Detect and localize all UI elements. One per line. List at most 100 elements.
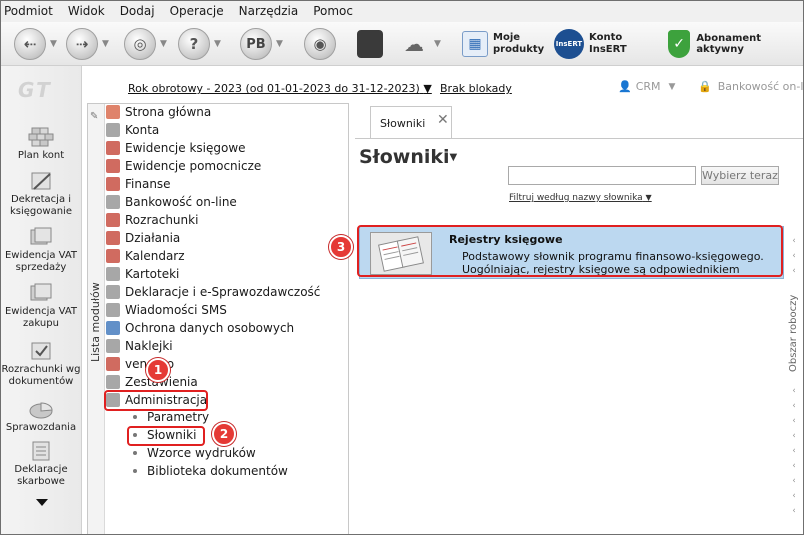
page-title[interactable]: Słowniki▼ bbox=[359, 146, 457, 168]
nav-vat-zakupu[interactable]: Ewidencja VAT zakupu bbox=[0, 282, 82, 330]
scroll-down-icon[interactable] bbox=[36, 499, 48, 506]
check-document-icon bbox=[31, 342, 51, 360]
tab-slowniki[interactable]: Słowniki ✕ bbox=[370, 106, 452, 138]
nav-dekretacja-label: Dekretacja i księgowanie bbox=[10, 194, 72, 217]
toolbar: ⇠ ▼ ⇢ ▼ ◎ ▼ ? ▼ PB ▼ ◉ ☁ ▼ ▦ Moje produkty Ins… bbox=[0, 22, 804, 66]
bank-online-label: Bankowość on-lin bbox=[717, 80, 804, 93]
module-item-wiadomosci-sms[interactable]: Wiadomości SMS bbox=[106, 301, 227, 319]
finanse-icon bbox=[106, 177, 120, 191]
toolbar-forward-button[interactable]: ⇢ ▼ bbox=[66, 26, 109, 62]
vendero-icon bbox=[106, 357, 120, 371]
submodule-item-label: Parametry bbox=[147, 410, 210, 424]
nav-plan-kont[interactable]: Plan kont bbox=[0, 126, 82, 162]
module-item-bankowosc-online[interactable]: Bankowość on-line bbox=[106, 193, 237, 211]
toolbar-pb-button[interactable]: PB ▼ bbox=[240, 26, 283, 62]
menu-operacje[interactable]: Operacje bbox=[170, 4, 224, 18]
bank-online-button[interactable]: 🔒 Bankowość on-lin bbox=[698, 80, 804, 93]
module-item-finanse[interactable]: Finanse bbox=[106, 175, 171, 193]
rozrachunki-icon bbox=[106, 213, 120, 227]
chevron-down-icon: ▼ bbox=[645, 193, 652, 202]
module-item-kartoteki[interactable]: Kartoteki bbox=[106, 265, 179, 283]
module-item-rozrachunki[interactable]: Rozrachunki bbox=[106, 211, 198, 229]
nav-deklaracje-label: Deklaracje skarbowe bbox=[14, 464, 68, 487]
module-item-naklejki[interactable]: Naklejki bbox=[106, 337, 173, 355]
bullet-icon bbox=[133, 415, 137, 419]
toolbar-abonament-button[interactable]: ✓ Abonament aktywny bbox=[668, 26, 804, 62]
ewidencje-pomocnicze-icon bbox=[106, 159, 120, 173]
right-panel-chevrons-lower[interactable]: ‹ ‹ ‹ ‹ ‹ ‹ ‹ ‹ ‹ bbox=[789, 384, 799, 519]
pin-icon[interactable]: ✎ bbox=[90, 111, 98, 122]
module-item-dzialania[interactable]: Działania bbox=[106, 229, 180, 247]
module-item-label: Rozrachunki bbox=[125, 213, 199, 227]
konto-line1: Konto bbox=[589, 32, 623, 43]
toolbar-globe-button[interactable]: ◉ bbox=[304, 26, 336, 62]
module-item-ewidencje-pomocnicze[interactable]: Ewidencje pomocnicze bbox=[106, 157, 261, 175]
menu-podmiot[interactable]: Podmiot bbox=[4, 4, 53, 18]
fiscal-year-label: Rok obrotowy - 2023 (od 01-01-2023 do 31… bbox=[128, 82, 420, 95]
abonament-label: Abonament aktywny bbox=[696, 33, 762, 55]
lock-status-link[interactable]: Brak blokady bbox=[440, 82, 512, 95]
filter-label: Filtruj według nazwy słownika bbox=[509, 193, 643, 203]
module-item-label: Wiadomości SMS bbox=[125, 303, 227, 317]
nav-vat-sprzedazy-label: Ewidencja VAT sprzedaży bbox=[4, 250, 78, 273]
ochrona-danych-icon bbox=[106, 321, 120, 335]
toolbar-konto-insert-button[interactable]: InsERT Konto InsERT bbox=[554, 26, 627, 62]
toolbar-back-button[interactable]: ⇠ ▼ bbox=[14, 26, 57, 62]
cloud-icon: ☁ bbox=[404, 32, 424, 56]
module-item-konta[interactable]: Konta bbox=[106, 121, 159, 139]
toolbar-box-button[interactable] bbox=[354, 26, 383, 62]
choose-now-button[interactable]: Wybierz teraz bbox=[701, 166, 779, 185]
submodule-item-biblioteka-dokumentow[interactable]: Biblioteka dokumentów bbox=[133, 462, 288, 480]
kartoteki-icon bbox=[106, 267, 120, 281]
module-item-kalendarz[interactable]: Kalendarz bbox=[106, 247, 185, 265]
nav-deklaracje[interactable]: Deklaracje skarbowe bbox=[0, 440, 82, 488]
submodule-item-wzorce-wydrukow[interactable]: Wzorce wydruków bbox=[133, 444, 256, 462]
left-navigation: GT Plan kont Dekretacja i księgowanie Ew… bbox=[0, 66, 82, 535]
menu-narzedzia[interactable]: Narzędzia bbox=[239, 4, 299, 18]
crm-button[interactable]: 👤 CRM ▼ bbox=[618, 80, 675, 93]
menu-dodaj[interactable]: Dodaj bbox=[120, 4, 155, 18]
nav-dekretacja[interactable]: Dekretacja i księgowanie bbox=[0, 170, 82, 218]
filter-dropdown[interactable]: Filtruj według nazwy słownika ▼ bbox=[509, 193, 652, 203]
toolbar-coins-button[interactable]: ◎ ▼ bbox=[124, 26, 167, 62]
toolbar-moje-produkty-button[interactable]: ▦ Moje produkty bbox=[462, 26, 544, 62]
work-area-title: Obszar roboczy bbox=[788, 294, 799, 372]
crm-label: CRM bbox=[635, 80, 661, 93]
toolbar-cloud-button[interactable]: ☁ ▼ bbox=[398, 26, 441, 62]
forward-arrow-icon: ⇢ bbox=[66, 28, 98, 60]
back-arrow-icon: ⇠ bbox=[14, 28, 46, 60]
module-list-header: ✎ Lista modułów bbox=[88, 104, 105, 534]
konto-line2: InsERT bbox=[589, 44, 627, 55]
module-item-strona-glowna[interactable]: Strona główna bbox=[106, 103, 211, 121]
nav-sprawozdania[interactable]: Sprawozdania bbox=[0, 398, 82, 434]
pb-icon: PB bbox=[240, 28, 272, 60]
search-input[interactable] bbox=[508, 166, 696, 185]
help-icon: ? bbox=[178, 28, 210, 60]
step-badge-3: 3 bbox=[329, 235, 353, 259]
document-icon bbox=[32, 441, 50, 461]
nav-rozrachunki[interactable]: Rozrachunki wg dokumentów bbox=[0, 340, 82, 388]
main-content: Słowniki▼ Wybierz teraz Filtruj według n… bbox=[355, 138, 804, 535]
insert-logo-icon: InsERT bbox=[554, 29, 584, 59]
nav-vat-sprzedazy[interactable]: Ewidencja VAT sprzedaży bbox=[0, 226, 82, 274]
module-item-deklaracje[interactable]: Deklaracje i e-Sprawozdawczość bbox=[106, 283, 320, 301]
menu-pomoc[interactable]: Pomoc bbox=[313, 4, 353, 18]
module-item-label: Naklejki bbox=[125, 339, 173, 353]
coins-icon: ◎ bbox=[124, 28, 156, 60]
menu-widok[interactable]: Widok bbox=[68, 4, 105, 18]
nav-vat-zakupu-label: Ewidencja VAT zakupu bbox=[4, 306, 78, 329]
tab-slowniki-label: Słowniki bbox=[380, 117, 426, 130]
module-item-ewidencje-ksiegowe[interactable]: Ewidencje księgowe bbox=[106, 139, 246, 157]
module-item-label: Konta bbox=[125, 123, 160, 137]
toolbar-help-button[interactable]: ? ▼ bbox=[178, 26, 221, 62]
module-item-ochrona-danych[interactable]: Ochrona danych osobowych bbox=[106, 319, 294, 337]
pie-chart-icon bbox=[29, 402, 53, 419]
submodule-item-label: Biblioteka dokumentów bbox=[147, 464, 288, 478]
globe-icon: ◉ bbox=[304, 28, 336, 60]
naklejki-icon bbox=[106, 339, 120, 353]
close-icon[interactable]: ✕ bbox=[437, 112, 449, 128]
gt-logo: GT bbox=[18, 78, 52, 102]
module-item-label: Strona główna bbox=[125, 105, 212, 119]
bullet-icon bbox=[133, 451, 137, 455]
fiscal-year-dropdown[interactable]: Rok obrotowy - 2023 (od 01-01-2023 do 31… bbox=[128, 82, 432, 95]
